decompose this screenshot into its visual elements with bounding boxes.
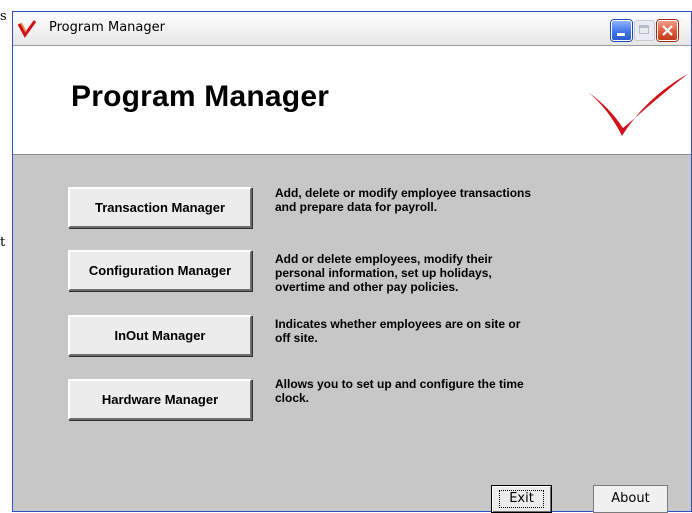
about-button[interactable]: About [593, 485, 668, 513]
description-line: Indicates whether employees are on site … [275, 317, 521, 331]
inout-manager-description: Indicates whether employees are on site … [275, 317, 675, 345]
close-button[interactable] [657, 20, 678, 41]
transaction-manager-button[interactable]: Transaction Manager [68, 187, 252, 228]
description-line: off site. [275, 331, 318, 345]
window-title: Program Manager [49, 20, 165, 35]
configuration-manager-button[interactable]: Configuration Manager [68, 250, 252, 291]
outside-text-fragment: s [0, 9, 7, 24]
exit-button-label: Exit [499, 490, 544, 508]
exit-button[interactable]: Exit [491, 485, 552, 513]
configuration-manager-description: Add or delete employees, modify their pe… [275, 252, 675, 294]
description-line: and prepare data for payroll. [275, 200, 438, 214]
close-icon [662, 25, 673, 36]
title-bar[interactable]: Program Manager [13, 12, 691, 46]
page-title: Program Manager [71, 80, 330, 113]
checkmark-logo-icon [588, 74, 688, 136]
description-line: Add or delete employees, modify their [275, 252, 493, 266]
minimize-icon [617, 33, 625, 36]
maximize-icon [639, 25, 649, 34]
hardware-manager-button[interactable]: Hardware Manager [68, 379, 252, 420]
description-line: Add, delete or modify employee transacti… [275, 186, 532, 200]
inout-manager-button[interactable]: InOut Manager [68, 315, 252, 356]
hardware-manager-description: Allows you to set up and configure the t… [275, 377, 675, 405]
program-manager-window: Program Manager Program Manager Transact… [12, 11, 692, 513]
minimize-button[interactable] [611, 20, 632, 41]
header-panel: Program Manager [13, 46, 691, 155]
transaction-manager-description: Add, delete or modify employee transacti… [275, 186, 675, 214]
app-checkmark-icon [17, 20, 37, 38]
description-line: personal information, set up holidays, [275, 266, 492, 280]
maximize-button [634, 20, 655, 41]
description-line: clock. [275, 391, 310, 405]
description-line: Allows you to set up and configure the t… [275, 377, 524, 391]
outside-text-fragment: t [0, 235, 6, 250]
description-line: overtime and other pay policies. [275, 280, 459, 294]
